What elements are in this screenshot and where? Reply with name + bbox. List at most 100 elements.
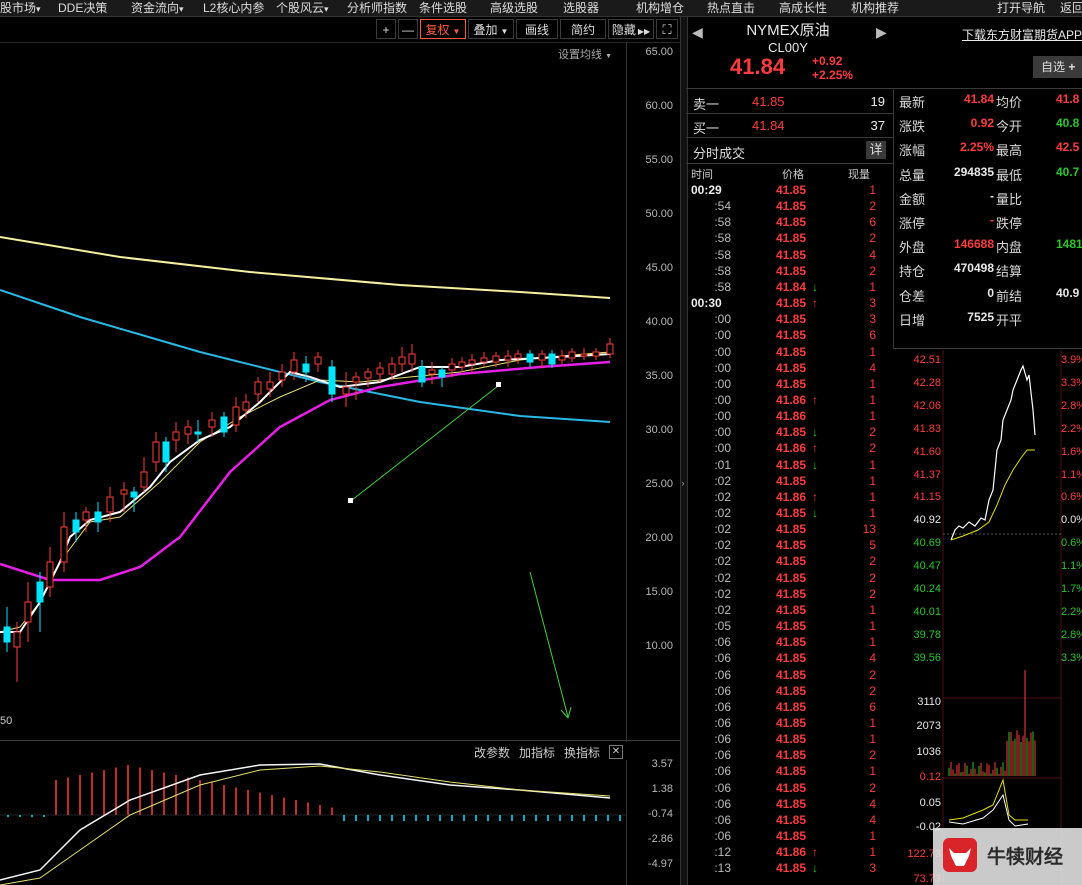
price-axis-tick: 20.00 — [645, 532, 673, 544]
menu-item-2[interactable]: 资金流向▾ — [131, 0, 184, 16]
intraday-volume-tick: 3110 — [917, 696, 941, 708]
tick-time: :58 — [714, 231, 731, 246]
intraday-avg-line — [950, 449, 1035, 541]
zoom-in-button[interactable]: + — [376, 19, 396, 39]
candle-body — [504, 355, 512, 361]
change-params-button[interactable]: 改参数 — [474, 744, 510, 761]
intraday-pct-tick: 3.9% — [1061, 354, 1082, 366]
candle-body — [418, 366, 426, 383]
menu-item-6[interactable]: 条件选股 — [419, 0, 467, 16]
candle-body — [232, 406, 240, 426]
menu-item-14[interactable]: 返回 — [1060, 0, 1082, 16]
tick-volume: 1 — [869, 457, 876, 472]
tick-price: 41.85 — [776, 296, 807, 311]
bull-logo-icon — [943, 838, 977, 872]
indicator-axis-tick: -4.97 — [647, 858, 673, 870]
intraday-price-tick: 41.83 — [913, 422, 941, 435]
indicator-axis-tick: -0.74 — [647, 808, 673, 820]
tick-time: :54 — [714, 199, 731, 214]
zoom-out-button[interactable]: — — [398, 19, 418, 39]
fuquan-label: 复权 — [425, 23, 450, 37]
intraday-price-tick: 42.06 — [913, 399, 941, 412]
quote-stat-label: 均价 — [996, 95, 1023, 110]
fuquan-button[interactable]: 复权 ▼ — [420, 19, 466, 39]
tick-price: 41.85 — [776, 699, 807, 714]
candle-body — [538, 353, 546, 361]
intraday-pct-tick: 3.3% — [1061, 651, 1082, 664]
next-instrument-icon[interactable]: ▶ — [876, 24, 887, 41]
candle-body — [376, 367, 384, 375]
tick-time: :06 — [714, 651, 731, 666]
indicator-axis-tick: 1.38 — [651, 783, 673, 795]
tick-volume: 6 — [869, 699, 876, 714]
tick-price: 41.85 — [776, 457, 807, 472]
annotation-arrow — [529, 571, 569, 718]
intraday-indicator-line — [948, 793, 1029, 827]
menu-item-9[interactable]: 机构增仓 — [636, 0, 684, 16]
download-app-link[interactable]: 下载东方财富期货APP — [962, 26, 1082, 43]
candle-body — [398, 356, 406, 365]
tick-volume: 3 — [869, 312, 876, 327]
menu-item-12[interactable]: 机构推荐 — [851, 0, 899, 16]
candle-body — [514, 353, 522, 359]
candle-body — [580, 353, 588, 357]
intraday-pct-tick: 2.2% — [1061, 605, 1082, 618]
price-change: +0.92 — [812, 54, 843, 68]
tick-volume: 2 — [869, 199, 876, 214]
ma-line-magenta — [0, 360, 611, 582]
price-axis: 65.00 60.00 55.00 50.00 45.00 40.00 35.00 30.00… — [626, 42, 681, 742]
tick-time: :00 — [714, 409, 731, 424]
tick-price: 41.85 — [776, 522, 807, 537]
tick-time: :58 — [714, 215, 731, 230]
overlay-button[interactable]: 叠加 ▼ — [468, 19, 514, 39]
candle-body — [278, 371, 286, 381]
candle-body — [364, 371, 372, 379]
menu-item-5[interactable]: 分析师指数 — [347, 0, 407, 16]
menu-item-0[interactable]: 股市场▾ — [0, 0, 41, 16]
tick-time: :06 — [714, 796, 731, 811]
menu-item-3[interactable]: L2核心内参 — [203, 0, 264, 16]
candle-body — [130, 491, 138, 498]
menu-item-11[interactable]: 高成长性 — [779, 0, 827, 16]
tick-price: 41.85 — [776, 215, 807, 230]
menu-item-7[interactable]: 高级选股 — [490, 0, 538, 16]
intraday-pct-tick: 2.8% — [1061, 399, 1082, 412]
collapse-arrow-icon[interactable]: › — [680, 478, 686, 494]
menu-item-8[interactable]: 选股器 — [563, 0, 599, 16]
arrow-up-icon: ↑ — [812, 441, 818, 456]
chevron-down-icon: ▾ — [36, 4, 41, 14]
quote-stat-value: - — [990, 213, 994, 227]
candle-body — [266, 381, 274, 390]
tick-volume: 5 — [869, 538, 876, 553]
tick-price: 41.86 — [776, 845, 807, 860]
swap-indicator-button[interactable]: 换指标 — [564, 744, 600, 761]
close-indicator-icon[interactable]: ✕ — [609, 745, 623, 759]
tick-volume: 1 — [869, 409, 876, 424]
macd-chart[interactable] — [0, 760, 626, 885]
add-indicator-button[interactable]: 加指标 — [519, 744, 555, 761]
arrow-up-icon: ↑ — [812, 489, 818, 504]
menu-item-10[interactable]: 热点直击 — [707, 0, 755, 16]
add-to-watchlist-button[interactable]: 自选 + — [1033, 56, 1082, 78]
hide-button[interactable]: 隐藏 ▶▶ — [608, 19, 654, 39]
quote-stat-label: 前结 — [996, 288, 1023, 304]
panel-splitter[interactable] — [680, 17, 688, 885]
menu-item-13[interactable]: 打开导航 — [997, 0, 1045, 16]
ticks-header-time: 时间 — [691, 169, 713, 181]
draw-line-button[interactable]: 画线 — [516, 19, 558, 39]
tick-volume: 1 — [869, 715, 876, 730]
ticks-detail-button[interactable]: 详 — [866, 141, 886, 159]
divider — [893, 348, 1082, 349]
kline-chart[interactable] — [0, 42, 626, 742]
quote-stat-value: 40.8 — [1056, 116, 1080, 131]
candle-body — [254, 381, 262, 395]
tick-volume: 2 — [869, 748, 876, 763]
tick-volume: 13 — [862, 522, 876, 537]
simple-mode-button[interactable]: 简约 — [560, 19, 606, 39]
watermark-logo: 牛犊财经 — [933, 828, 1082, 885]
fullscreen-icon[interactable]: ⛶ — [656, 19, 678, 39]
menu-item-1[interactable]: DDE决策 — [58, 0, 107, 16]
candle-body — [592, 351, 600, 357]
tick-volume: 1 — [869, 635, 876, 650]
menu-item-4[interactable]: 个股风云▾ — [276, 0, 329, 16]
